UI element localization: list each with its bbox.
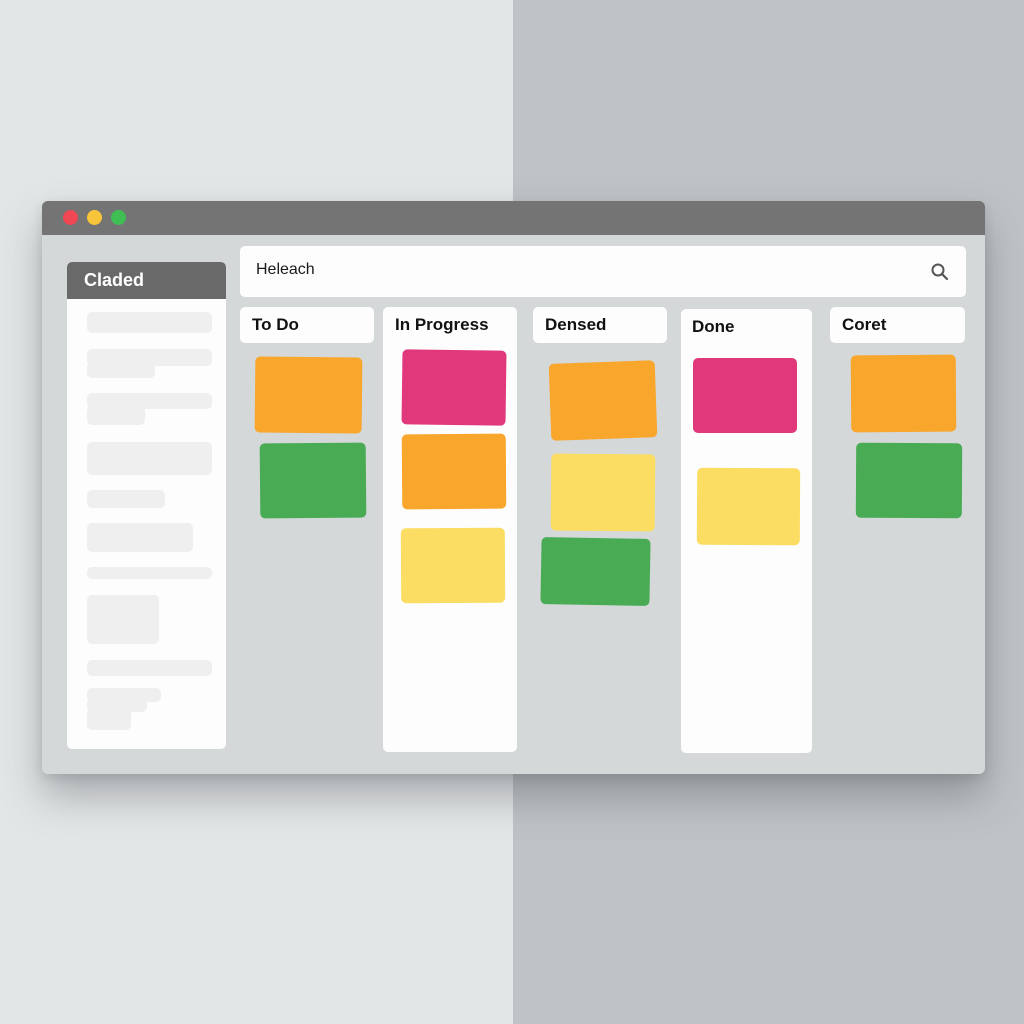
task-card[interactable] — [540, 537, 651, 606]
maximize-window-button[interactable] — [111, 210, 126, 225]
sidebar-placeholder-item[interactable] — [87, 708, 131, 730]
task-card[interactable] — [696, 467, 801, 546]
column-title: Coret — [842, 315, 887, 334]
task-card[interactable] — [254, 356, 363, 434]
sidebar-placeholder-item[interactable] — [87, 362, 155, 378]
sidebar-placeholder-item[interactable] — [87, 312, 212, 333]
sidebar-placeholder-item[interactable] — [87, 442, 212, 475]
window-titlebar[interactable] — [42, 201, 985, 235]
task-card[interactable] — [259, 442, 367, 519]
sidebar-placeholder-item[interactable] — [87, 567, 212, 579]
column-title: To Do — [252, 315, 299, 334]
task-card[interactable] — [401, 349, 507, 426]
search-icon[interactable] — [930, 262, 950, 282]
close-window-button[interactable] — [63, 210, 78, 225]
sidebar-placeholder-item[interactable] — [87, 660, 212, 676]
app-window: Claded Heleach To Do In Progress Densed — [42, 201, 985, 774]
task-card[interactable] — [855, 442, 963, 519]
search-input[interactable]: Heleach — [256, 261, 315, 279]
task-card[interactable] — [693, 358, 797, 433]
sidebar-placeholder-item[interactable] — [87, 490, 165, 508]
task-card[interactable] — [401, 433, 507, 510]
column-header-todo[interactable]: To Do — [240, 307, 374, 343]
task-card[interactable] — [548, 360, 658, 441]
column-header-densed[interactable]: Densed — [533, 307, 667, 343]
task-card[interactable] — [400, 527, 506, 604]
sidebar-placeholder-item[interactable] — [87, 523, 193, 552]
column-header-coret[interactable]: Coret — [830, 307, 965, 343]
sidebar-placeholder-item[interactable] — [87, 406, 145, 425]
sidebar: Claded — [67, 262, 226, 749]
column-title[interactable]: In Progress — [395, 315, 489, 335]
column-title[interactable]: Done — [692, 317, 735, 337]
sidebar-placeholder-item[interactable] — [87, 595, 159, 644]
task-card[interactable] — [550, 453, 656, 532]
sidebar-title: Claded — [67, 262, 226, 299]
minimize-window-button[interactable] — [87, 210, 102, 225]
task-card[interactable] — [850, 354, 957, 433]
column-title: Densed — [545, 315, 607, 334]
search-bar[interactable]: Heleach — [240, 246, 966, 297]
